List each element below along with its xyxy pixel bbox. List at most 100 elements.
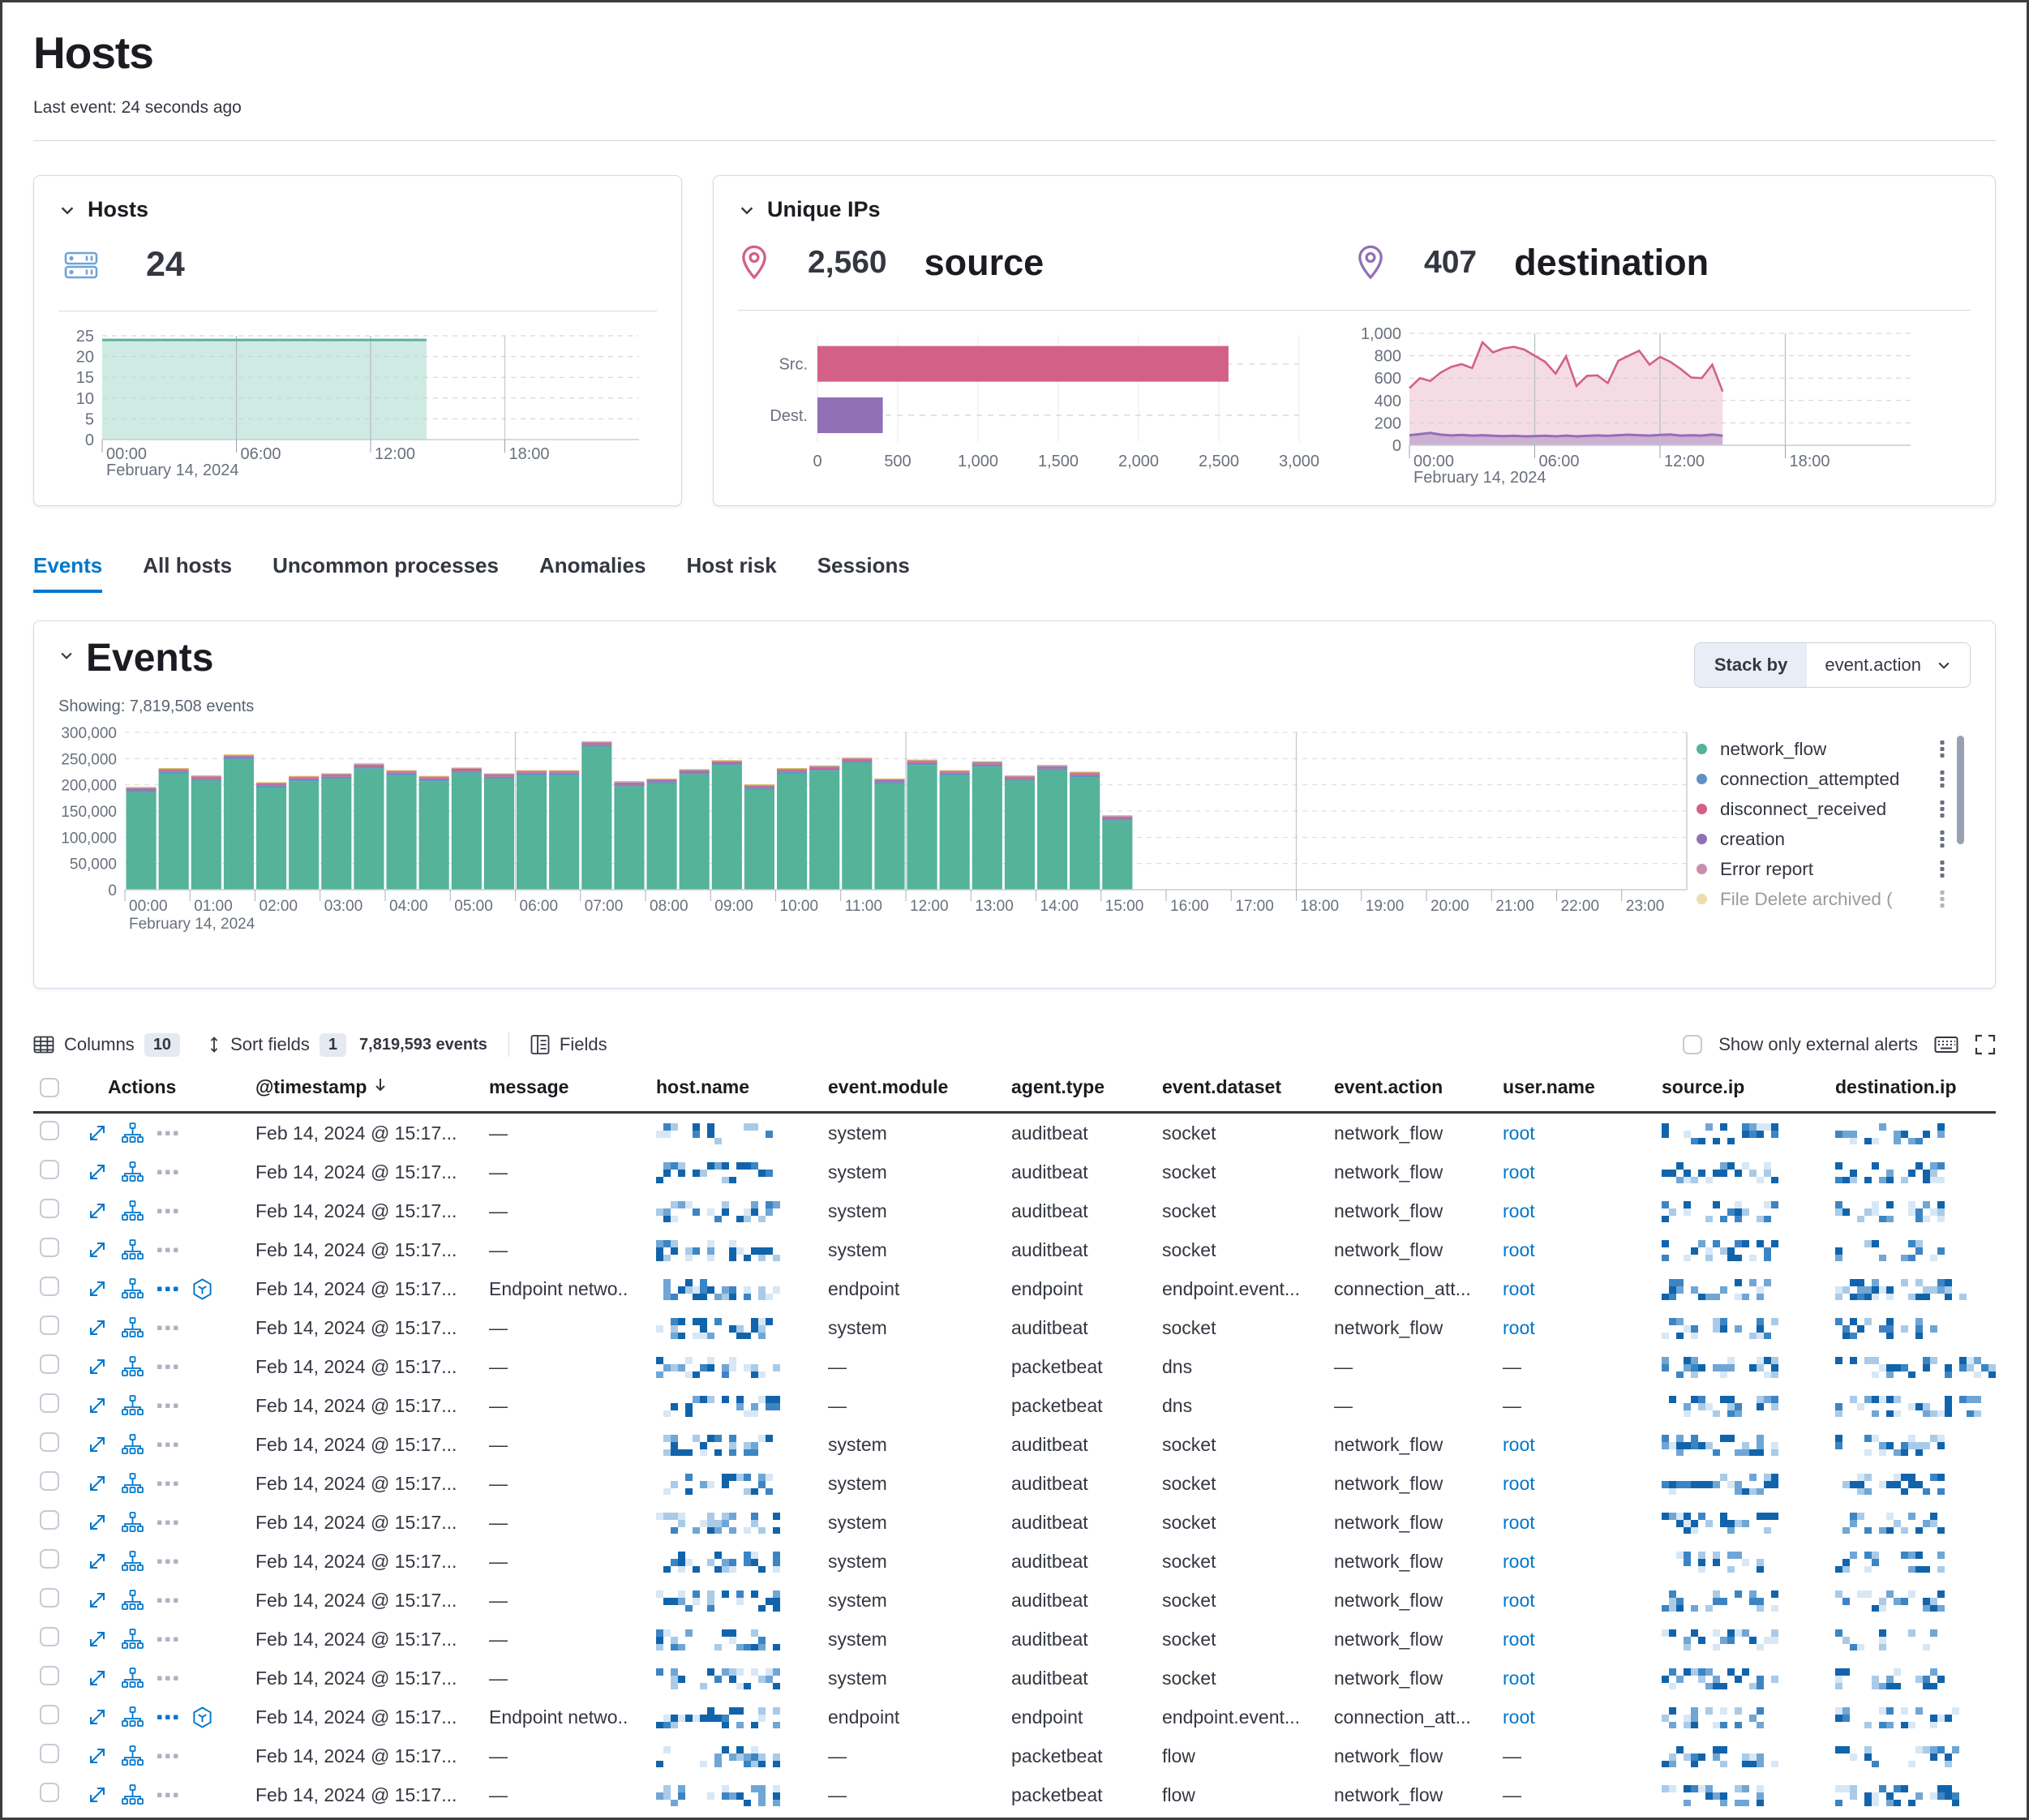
column-header-message[interactable]: message bbox=[461, 1076, 628, 1098]
expand-event-icon[interactable] bbox=[87, 1200, 108, 1221]
expand-event-icon[interactable] bbox=[87, 1161, 108, 1183]
fullscreen-icon[interactable] bbox=[1975, 1034, 1996, 1055]
unique-ips-panel-header[interactable]: Unique IPs bbox=[738, 197, 1971, 222]
external-alerts-checkbox[interactable] bbox=[1683, 1035, 1702, 1054]
more-actions-icon[interactable] bbox=[157, 1324, 178, 1332]
more-actions-icon[interactable] bbox=[157, 1636, 178, 1643]
column-header-Actions[interactable]: Actions bbox=[85, 1076, 228, 1098]
user-name-link[interactable]: root bbox=[1503, 1551, 1535, 1572]
user-name-link[interactable]: root bbox=[1503, 1512, 1535, 1533]
row-checkbox[interactable] bbox=[40, 1588, 59, 1608]
investigate-in-timeline-icon[interactable] bbox=[122, 1668, 144, 1689]
row-checkbox[interactable] bbox=[40, 1510, 59, 1530]
column-header-timestamp[interactable]: @timestamp bbox=[228, 1076, 461, 1098]
row-checkbox[interactable] bbox=[40, 1277, 59, 1296]
user-name-link[interactable]: root bbox=[1503, 1161, 1535, 1183]
expand-event-icon[interactable] bbox=[87, 1745, 108, 1766]
user-name-link[interactable]: root bbox=[1503, 1706, 1535, 1728]
investigate-in-timeline-icon[interactable] bbox=[122, 1161, 144, 1183]
legend-actions-icon[interactable] bbox=[1938, 740, 1946, 758]
sort-desc-icon[interactable] bbox=[373, 1076, 388, 1098]
fields-button[interactable]: Fields bbox=[530, 1034, 607, 1055]
investigate-in-timeline-icon[interactable] bbox=[122, 1629, 144, 1650]
more-actions-icon[interactable] bbox=[157, 1675, 178, 1682]
expand-event-icon[interactable] bbox=[87, 1122, 108, 1144]
row-checkbox[interactable] bbox=[40, 1199, 59, 1218]
row-checkbox[interactable] bbox=[40, 1238, 59, 1257]
tab-events[interactable]: Events bbox=[33, 553, 102, 593]
more-actions-icon[interactable] bbox=[157, 1519, 178, 1526]
stack-by-select[interactable]: event.action bbox=[1807, 643, 1970, 687]
row-checkbox[interactable] bbox=[40, 1705, 59, 1724]
more-actions-icon[interactable] bbox=[157, 1753, 178, 1760]
expand-event-icon[interactable] bbox=[87, 1395, 108, 1416]
user-name-link[interactable]: root bbox=[1503, 1629, 1535, 1650]
more-actions-icon[interactable] bbox=[157, 1286, 178, 1293]
more-actions-icon[interactable] bbox=[157, 1558, 178, 1565]
more-actions-icon[interactable] bbox=[157, 1441, 178, 1449]
expand-event-icon[interactable] bbox=[87, 1356, 108, 1377]
legend-actions-icon[interactable] bbox=[1938, 890, 1946, 908]
legend-item[interactable]: Error report bbox=[1697, 854, 1971, 884]
expand-event-icon[interactable] bbox=[87, 1784, 108, 1805]
user-name-link[interactable]: root bbox=[1503, 1668, 1535, 1689]
legend-actions-icon[interactable] bbox=[1938, 800, 1946, 818]
keyboard-icon[interactable] bbox=[1934, 1035, 1958, 1054]
legend-item[interactable]: disconnect_received bbox=[1697, 794, 1971, 824]
investigate-in-timeline-icon[interactable] bbox=[122, 1706, 144, 1728]
investigate-in-timeline-icon[interactable] bbox=[122, 1551, 144, 1572]
expand-event-icon[interactable] bbox=[87, 1278, 108, 1299]
investigate-in-timeline-icon[interactable] bbox=[122, 1356, 144, 1377]
tab-all-hosts[interactable]: All hosts bbox=[143, 553, 232, 593]
tab-uncommon-processes[interactable]: Uncommon processes bbox=[272, 553, 499, 593]
tab-host-risk[interactable]: Host risk bbox=[686, 553, 776, 593]
expand-event-icon[interactable] bbox=[87, 1239, 108, 1260]
user-name-link[interactable]: root bbox=[1503, 1200, 1535, 1221]
more-actions-icon[interactable] bbox=[157, 1169, 178, 1176]
user-name-link[interactable]: root bbox=[1503, 1473, 1535, 1494]
row-checkbox[interactable] bbox=[40, 1666, 59, 1685]
investigate-in-timeline-icon[interactable] bbox=[122, 1784, 144, 1805]
row-checkbox[interactable] bbox=[40, 1316, 59, 1335]
expand-event-icon[interactable] bbox=[87, 1668, 108, 1689]
select-all-checkbox[interactable] bbox=[40, 1078, 59, 1097]
investigate-in-timeline-icon[interactable] bbox=[122, 1512, 144, 1533]
investigate-in-timeline-icon[interactable] bbox=[122, 1745, 144, 1766]
investigate-in-timeline-icon[interactable] bbox=[122, 1239, 144, 1260]
sort-fields-button[interactable]: Sort fields 1 bbox=[208, 1033, 346, 1057]
more-actions-icon[interactable] bbox=[157, 1208, 178, 1215]
more-actions-icon[interactable] bbox=[157, 1363, 178, 1371]
investigate-in-timeline-icon[interactable] bbox=[122, 1317, 144, 1338]
more-actions-icon[interactable] bbox=[157, 1247, 178, 1254]
investigate-in-timeline-icon[interactable] bbox=[122, 1395, 144, 1416]
user-name-link[interactable]: root bbox=[1503, 1434, 1535, 1455]
row-checkbox[interactable] bbox=[40, 1121, 59, 1140]
column-header-eventdataset[interactable]: event.dataset bbox=[1135, 1076, 1306, 1098]
more-actions-icon[interactable] bbox=[157, 1714, 178, 1721]
tab-sessions[interactable]: Sessions bbox=[817, 553, 910, 593]
column-header-destinationip[interactable]: destination.ip bbox=[1808, 1076, 1996, 1098]
legend-item[interactable]: network_flow bbox=[1697, 734, 1971, 764]
row-checkbox[interactable] bbox=[40, 1783, 59, 1802]
legend-item[interactable]: connection_attempted bbox=[1697, 764, 1971, 794]
expand-event-icon[interactable] bbox=[87, 1706, 108, 1728]
investigate-in-timeline-icon[interactable] bbox=[122, 1122, 144, 1144]
row-checkbox[interactable] bbox=[40, 1160, 59, 1179]
user-name-link[interactable]: root bbox=[1503, 1278, 1535, 1299]
user-name-link[interactable]: root bbox=[1503, 1317, 1535, 1338]
expand-event-icon[interactable] bbox=[87, 1551, 108, 1572]
more-actions-icon[interactable] bbox=[157, 1597, 178, 1604]
legend-scrollbar[interactable] bbox=[1957, 736, 1964, 844]
row-checkbox[interactable] bbox=[40, 1471, 59, 1491]
investigate-in-timeline-icon[interactable] bbox=[122, 1278, 144, 1299]
expand-event-icon[interactable] bbox=[87, 1590, 108, 1611]
user-name-link[interactable]: root bbox=[1503, 1590, 1535, 1611]
row-checkbox[interactable] bbox=[40, 1432, 59, 1452]
row-checkbox[interactable] bbox=[40, 1354, 59, 1374]
more-actions-icon[interactable] bbox=[157, 1402, 178, 1410]
column-header-agenttype[interactable]: agent.type bbox=[984, 1076, 1135, 1098]
expand-event-icon[interactable] bbox=[87, 1473, 108, 1494]
investigate-in-timeline-icon[interactable] bbox=[122, 1200, 144, 1221]
chevron-down-icon[interactable] bbox=[58, 647, 75, 663]
more-actions-icon[interactable] bbox=[157, 1130, 178, 1137]
